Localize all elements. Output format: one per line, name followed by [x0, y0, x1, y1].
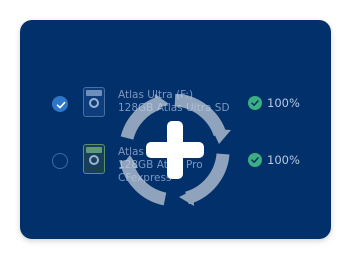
select-checkbox[interactable] — [52, 153, 68, 169]
checkmark-icon — [56, 101, 66, 109]
device-list-panel: Atlas Ultra (F:) 128GB Atlas Ultra SD 10… — [20, 20, 331, 239]
check-circle-icon — [248, 153, 262, 167]
check-circle-icon — [248, 96, 262, 110]
select-checkbox[interactable] — [52, 96, 68, 112]
progress-percent: 100% — [267, 96, 300, 110]
refresh-add-icon[interactable] — [119, 94, 231, 206]
progress-percent: 100% — [267, 153, 300, 167]
cfexpress-card-icon — [83, 144, 105, 174]
sd-card-icon — [83, 87, 105, 117]
